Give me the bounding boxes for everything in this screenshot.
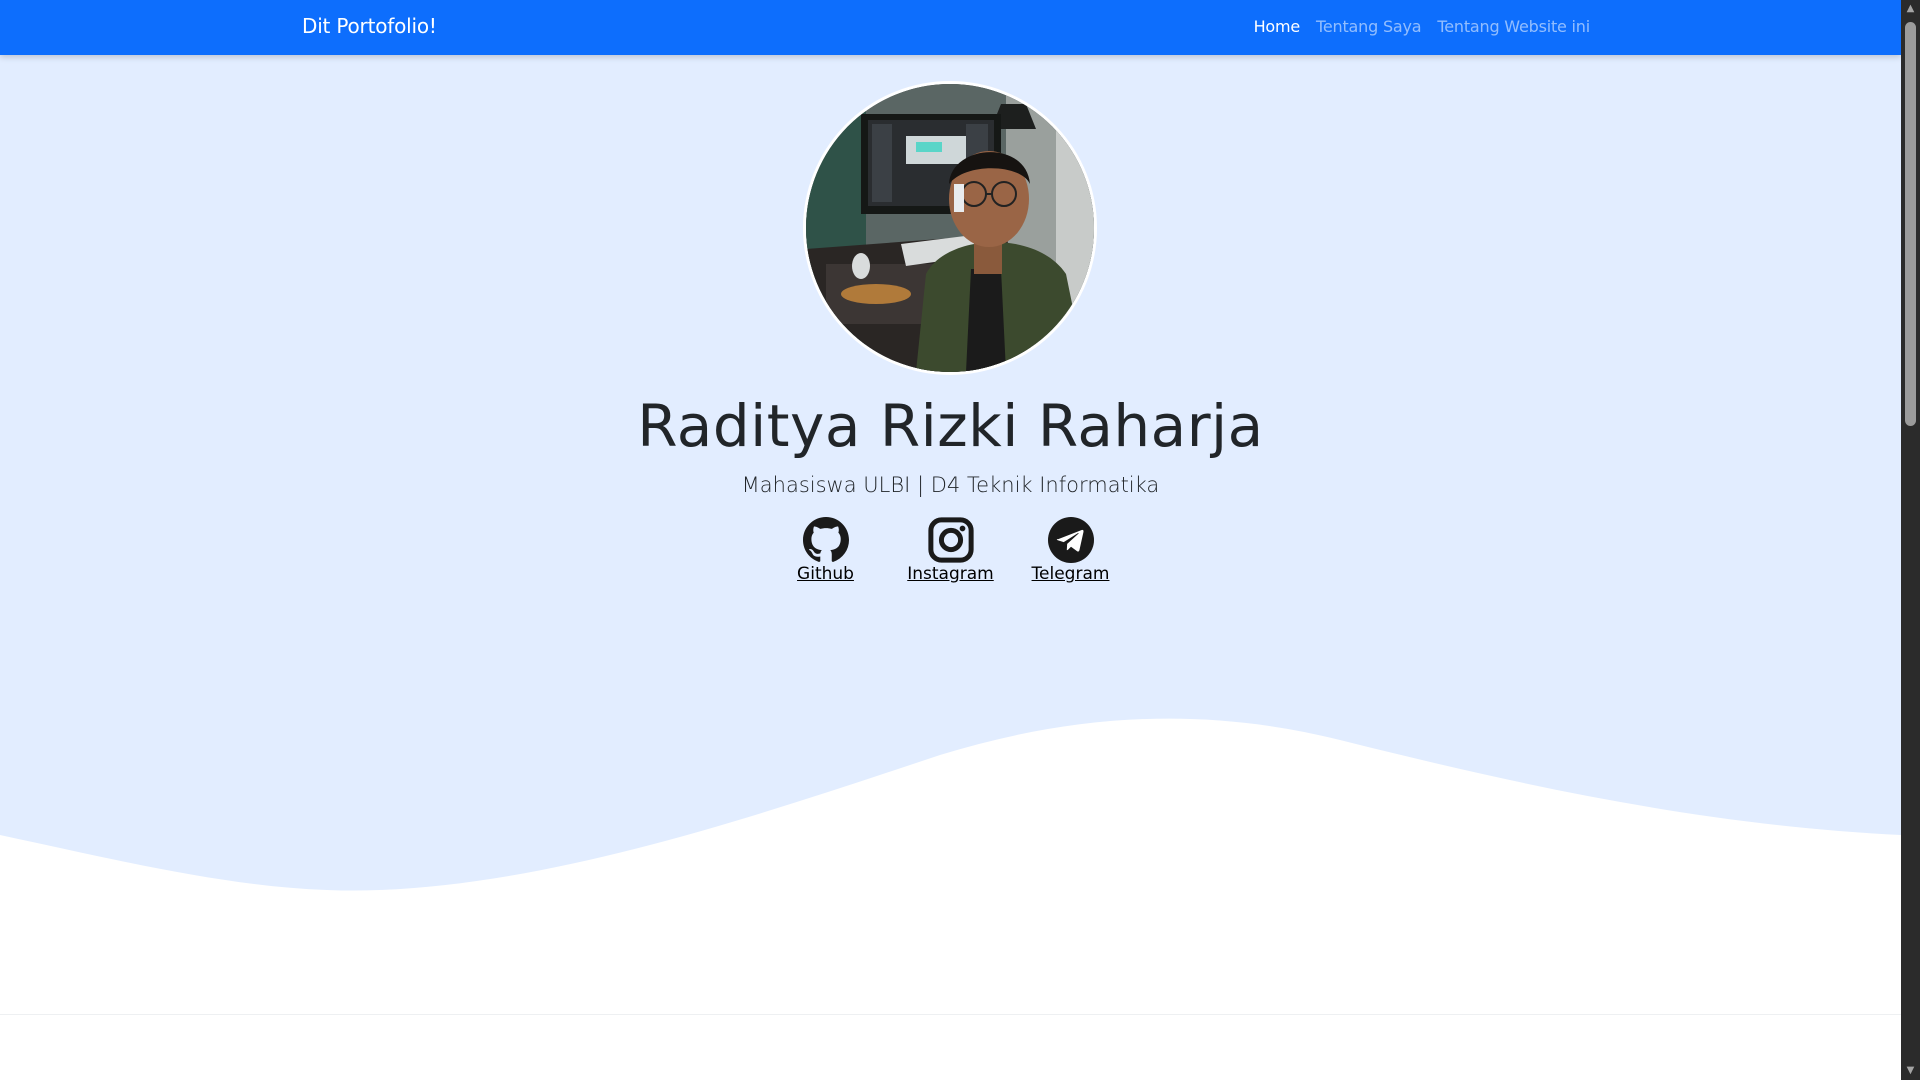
social-links: Github Instagram Telegram bbox=[0, 517, 1901, 584]
nav-link-tentang-saya[interactable]: Tentang Saya bbox=[1316, 17, 1422, 36]
scroll-up-arrow-icon[interactable]: ▲ bbox=[1901, 0, 1920, 18]
instagram-icon bbox=[927, 517, 974, 563]
profile-subtitle: Mahasiswa ULBI | D4 Teknik Informatika bbox=[741, 473, 1160, 497]
profile-name: Raditya Rizki Raharja bbox=[637, 392, 1264, 460]
github-link[interactable]: Github bbox=[791, 517, 861, 584]
profile-photo-image bbox=[806, 84, 1094, 372]
section-divider bbox=[0, 1014, 1901, 1015]
profile-photo bbox=[803, 81, 1097, 375]
telegram-icon bbox=[1047, 517, 1094, 563]
telegram-link[interactable]: Telegram bbox=[1031, 517, 1111, 584]
nav-link-tentang-website[interactable]: Tentang Website ini bbox=[1437, 17, 1590, 36]
scrollbar-thumb[interactable] bbox=[1905, 22, 1916, 426]
telegram-label: Telegram bbox=[1031, 564, 1110, 584]
navbar-brand[interactable]: Dit Portofolio! bbox=[302, 14, 437, 38]
github-label: Github bbox=[797, 564, 854, 584]
page: Dit Portofolio! Home Tentang Saya Tentan… bbox=[0, 0, 1901, 1080]
nav-link-home[interactable]: Home bbox=[1254, 17, 1301, 36]
scroll-down-arrow-icon[interactable]: ▼ bbox=[1901, 1062, 1920, 1080]
page-scrollbar[interactable]: ▲ ▼ bbox=[1901, 0, 1920, 1080]
nav-links: Home Tentang Saya Tentang Website ini bbox=[1254, 17, 1591, 36]
navbar: Dit Portofolio! Home Tentang Saya Tentan… bbox=[0, 0, 1901, 55]
instagram-link[interactable]: Instagram bbox=[901, 517, 1001, 584]
instagram-label: Instagram bbox=[907, 564, 994, 584]
hero-section: Raditya Rizki Raharja Mahasiswa ULBI | D… bbox=[0, 55, 1901, 1015]
github-icon bbox=[802, 517, 849, 562]
